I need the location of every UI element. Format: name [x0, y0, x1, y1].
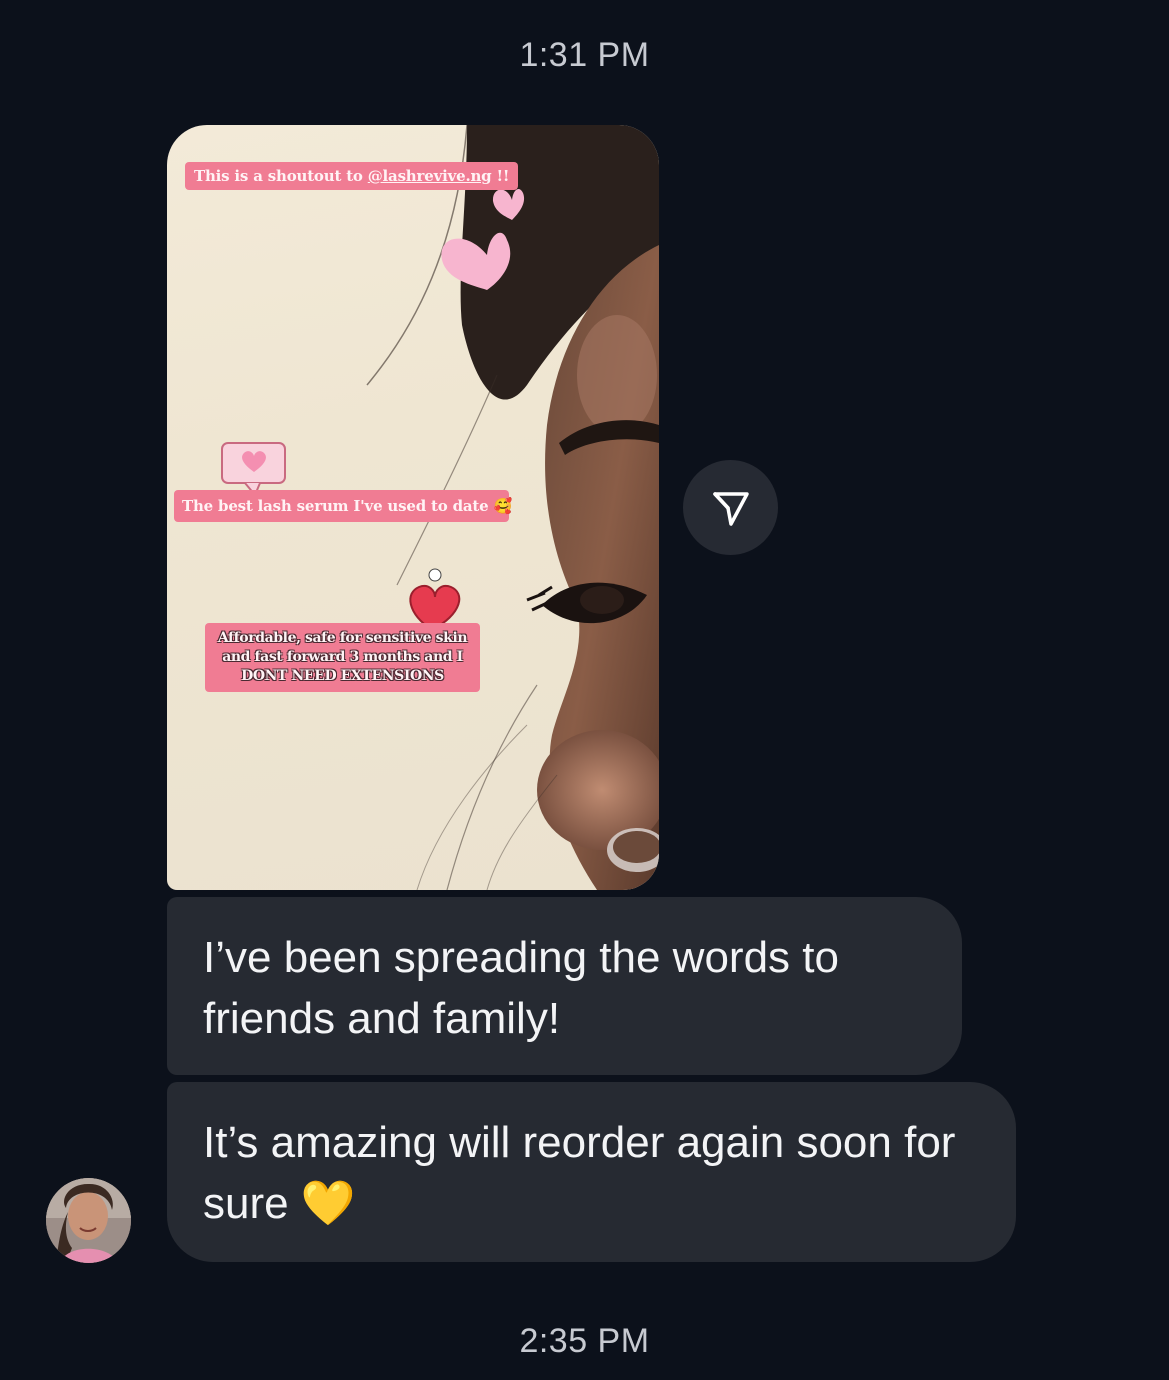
- story-sticker-affordable: Affordable, safe for sensitive skin and …: [205, 623, 480, 692]
- message-text: I’ve been spreading the words to friends…: [203, 933, 839, 1043]
- paper-plane-icon: [712, 491, 749, 526]
- timestamp-bottom: 2:35 PM: [519, 1322, 650, 1360]
- share-button[interactable]: [683, 460, 778, 555]
- sticker-text-prefix: This is a shoutout to: [194, 167, 368, 185]
- message-bubble[interactable]: It’s amazing will reorder again soon for…: [167, 1082, 1016, 1262]
- avatar-photo: [46, 1178, 131, 1263]
- story-reply-image[interactable]: This is a shoutout to @lashrevive.ng !! …: [167, 125, 659, 890]
- message-text: It’s amazing will reorder again soon for…: [203, 1118, 956, 1228]
- message-bubble[interactable]: I’ve been spreading the words to friends…: [167, 897, 962, 1075]
- sticker-handle-link[interactable]: @lashrevive.ng: [368, 167, 492, 185]
- story-sticker-best-serum: The best lash serum I've used to date 🥰: [174, 490, 512, 522]
- story-sticker-shoutout: This is a shoutout to @lashrevive.ng !!: [185, 162, 519, 190]
- chat-screen: 1:31 PM This is a shoutout to @lashreviv…: [0, 0, 1169, 1380]
- sticker-text-suffix: !!: [491, 167, 510, 185]
- timestamp-top: 1:31 PM: [519, 36, 650, 74]
- avatar[interactable]: [46, 1178, 131, 1263]
